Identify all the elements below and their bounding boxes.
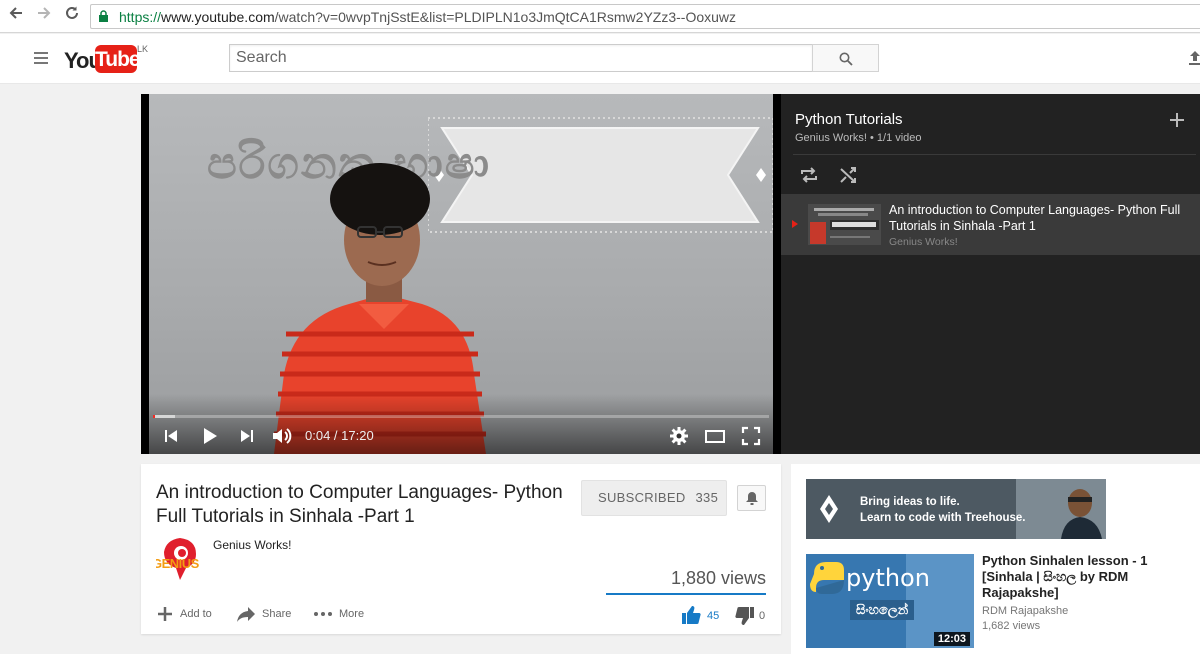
view-count: 1,880 views	[670, 568, 766, 588]
time-display: 0:04 / 17:20	[305, 428, 374, 443]
more-label: More	[339, 607, 365, 620]
video-player[interactable]: පරිගනක භාෂා 0:04 / 17:20	[141, 94, 781, 454]
playlist-divider	[793, 154, 1196, 155]
add-to-label: Add to	[180, 607, 212, 620]
fullscreen-icon[interactable]	[740, 425, 762, 447]
now-playing-icon	[792, 220, 798, 228]
notification-bell-button[interactable]	[737, 485, 766, 511]
playlist-item-title: An introduction to Computer Languages- P…	[889, 203, 1181, 233]
playlist-item-thumbnail	[808, 204, 881, 245]
forward-icon[interactable]	[33, 5, 55, 27]
subscriber-count: 335	[695, 490, 719, 505]
theater-mode-icon[interactable]	[704, 425, 726, 447]
thumbnail-python-text: python	[846, 564, 930, 592]
playlist-item[interactable]: An introduction to Computer Languages- P…	[781, 194, 1200, 255]
channel-name[interactable]: Genius Works!	[213, 538, 291, 552]
settings-gear-icon[interactable]	[668, 425, 690, 447]
playlist-panel: Python Tutorials Genius Works! • 1/1 vid…	[781, 94, 1200, 454]
add-to-button[interactable]: Add to	[156, 605, 212, 623]
search-icon	[839, 52, 853, 66]
subscribe-button[interactable]: SUBSCRIBED 335	[581, 480, 727, 516]
like-dislike-bar	[606, 593, 766, 595]
playlist-subtitle: Genius Works! • 1/1 video	[795, 132, 922, 144]
playlist-title[interactable]: Python Tutorials	[795, 111, 903, 128]
recommended-video-thumbnail[interactable]: python සිංහලෙන් 12:03	[806, 554, 974, 648]
like-thumbs-up-icon[interactable]	[682, 606, 701, 624]
progress-bar[interactable]	[153, 415, 769, 418]
next-icon[interactable]	[236, 425, 258, 447]
video-title: An introduction to Computer Languages- P…	[156, 482, 563, 527]
search-input[interactable]	[229, 44, 813, 72]
plus-icon	[158, 607, 172, 621]
volume-icon[interactable]	[271, 425, 293, 447]
sidebar: Bring ideas to life. Learn to code with …	[791, 464, 1200, 654]
dislikes-count: 0	[759, 610, 766, 622]
subscribe-label: SUBSCRIBED	[598, 490, 686, 505]
url-host: www.youtube.com	[161, 9, 275, 25]
recommended-video-views: 1,682 views	[982, 620, 1041, 632]
ad-text: Bring ideas to life. Learn to code with …	[860, 494, 1026, 526]
url-text: https://www.youtube.com/watch?v=0wvpTnjS…	[119, 9, 736, 25]
url-path: /watch?v=0wvpTnjSstE&list=PLDIPLN1o3JmQt…	[274, 9, 737, 25]
masthead: You Tube LK	[0, 34, 1200, 84]
back-icon[interactable]	[5, 5, 27, 27]
upload-icon[interactable]	[1188, 50, 1200, 66]
bell-icon	[746, 492, 758, 505]
likes-count: 45	[707, 610, 720, 622]
channel-avatar-text: GENIUS	[156, 556, 199, 571]
recommended-video-channel: RDM Rajapakshe	[982, 605, 1069, 617]
plus-icon[interactable]	[1169, 112, 1185, 128]
address-bar[interactable]: https://www.youtube.com/watch?v=0wvpTnjS…	[90, 4, 1200, 29]
previous-icon[interactable]	[160, 425, 182, 447]
reload-icon[interactable]	[61, 5, 83, 27]
share-button[interactable]: Share	[236, 605, 291, 623]
thumbnail-sinhala-text: සිංහලෙන්	[850, 600, 915, 620]
loop-icon[interactable]	[799, 165, 819, 185]
progress-played	[153, 415, 156, 418]
like-ratio-fill	[606, 593, 766, 595]
progress-loaded	[153, 415, 175, 418]
dislike-thumbs-down-icon[interactable]	[735, 607, 754, 625]
recommended-video-title[interactable]: Python Sinhalen lesson - 1 [Sinhala | සි…	[982, 553, 1187, 601]
search-button[interactable]	[812, 44, 879, 72]
share-label: Share	[262, 607, 292, 620]
share-arrow-icon	[237, 607, 255, 622]
channel-avatar[interactable]: GENIUS	[156, 534, 204, 582]
hamburger-menu-icon[interactable]	[34, 52, 48, 64]
play-icon[interactable]	[198, 425, 220, 447]
treehouse-ad-banner[interactable]: Bring ideas to life. Learn to code with …	[806, 479, 1106, 539]
country-code: LK	[137, 44, 149, 54]
ad-line2: Learn to code with Treehouse.	[860, 512, 1026, 524]
playlist-item-channel: Genius Works!	[889, 236, 958, 248]
browser-toolbar: https://www.youtube.com/watch?v=0wvpTnjS…	[0, 0, 1200, 33]
lock-icon	[99, 10, 108, 22]
more-button[interactable]: More	[313, 605, 364, 623]
url-scheme: https://	[119, 9, 162, 25]
video-duration-badge: 12:03	[933, 632, 970, 646]
more-dots-icon	[314, 612, 332, 616]
ad-line1: Bring ideas to life.	[860, 496, 960, 508]
shuffle-icon[interactable]	[838, 165, 858, 185]
logo-tube-text: Tube	[95, 45, 141, 73]
video-info-card: An introduction to Computer Languages- P…	[141, 464, 781, 634]
